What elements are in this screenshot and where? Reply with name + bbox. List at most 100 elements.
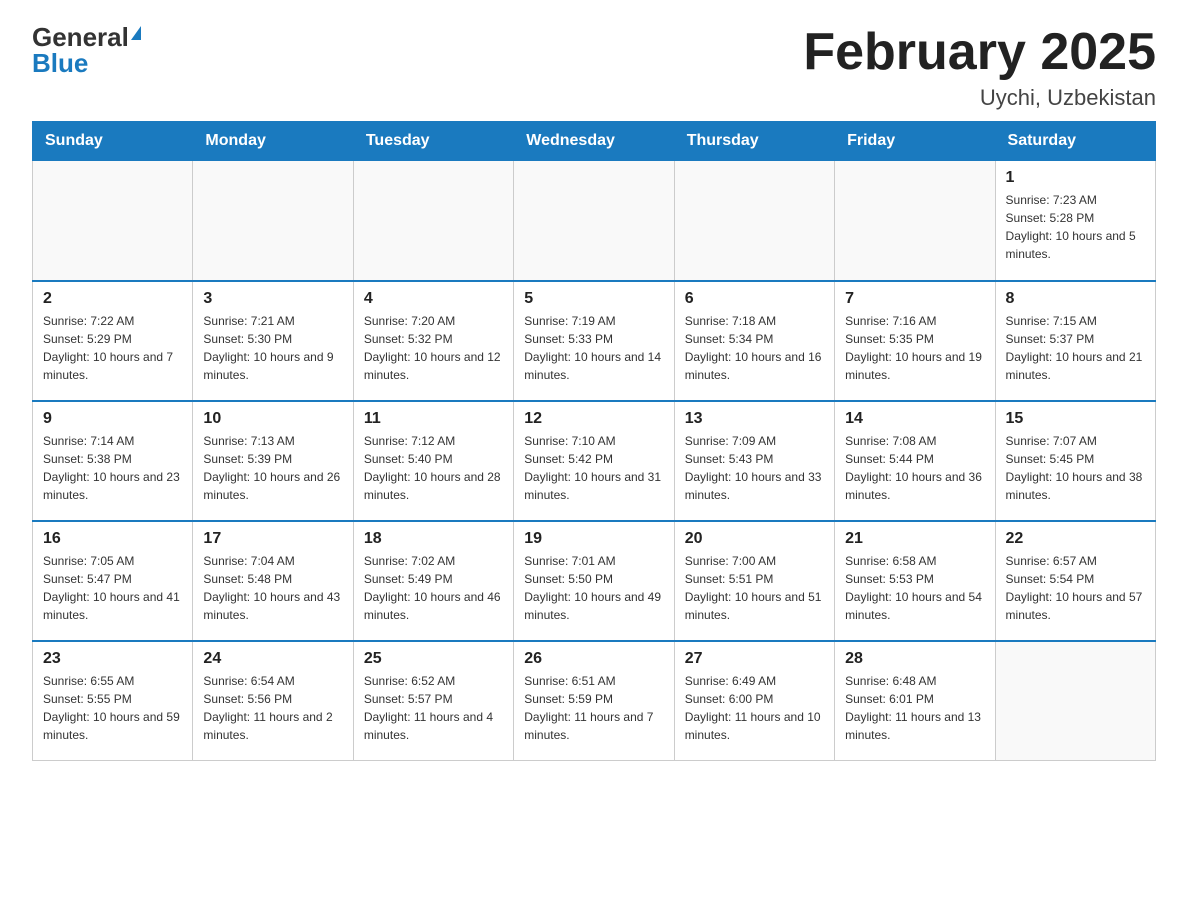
location-title: Uychi, Uzbekistan bbox=[803, 85, 1156, 111]
calendar-cell: 20 Sunrise: 7:00 AMSunset: 5:51 PMDaylig… bbox=[674, 521, 834, 641]
day-info: Sunrise: 7:00 AMSunset: 5:51 PMDaylight:… bbox=[685, 554, 822, 622]
calendar-cell: 4 Sunrise: 7:20 AMSunset: 5:32 PMDayligh… bbox=[353, 281, 513, 401]
day-number: 26 bbox=[524, 650, 663, 668]
calendar-cell: 6 Sunrise: 7:18 AMSunset: 5:34 PMDayligh… bbox=[674, 281, 834, 401]
day-info: Sunrise: 7:05 AMSunset: 5:47 PMDaylight:… bbox=[43, 554, 180, 622]
day-info: Sunrise: 7:04 AMSunset: 5:48 PMDaylight:… bbox=[203, 554, 340, 622]
col-saturday: Saturday bbox=[995, 122, 1155, 161]
day-info: Sunrise: 6:48 AMSunset: 6:01 PMDaylight:… bbox=[845, 674, 981, 742]
calendar-table: Sunday Monday Tuesday Wednesday Thursday… bbox=[32, 121, 1156, 761]
calendar-cell: 25 Sunrise: 6:52 AMSunset: 5:57 PMDaylig… bbox=[353, 641, 513, 761]
day-info: Sunrise: 6:55 AMSunset: 5:55 PMDaylight:… bbox=[43, 674, 180, 742]
month-title: February 2025 bbox=[803, 24, 1156, 81]
calendar-cell: 13 Sunrise: 7:09 AMSunset: 5:43 PMDaylig… bbox=[674, 401, 834, 521]
calendar-cell: 27 Sunrise: 6:49 AMSunset: 6:00 PMDaylig… bbox=[674, 641, 834, 761]
col-tuesday: Tuesday bbox=[353, 122, 513, 161]
page-header: General Blue February 2025 Uychi, Uzbeki… bbox=[32, 24, 1156, 111]
day-info: Sunrise: 7:01 AMSunset: 5:50 PMDaylight:… bbox=[524, 554, 661, 622]
logo-triangle-icon bbox=[131, 26, 141, 40]
calendar-cell: 26 Sunrise: 6:51 AMSunset: 5:59 PMDaylig… bbox=[514, 641, 674, 761]
day-number: 24 bbox=[203, 650, 342, 668]
logo: General Blue bbox=[32, 24, 141, 76]
calendar-cell bbox=[835, 161, 995, 281]
day-number: 8 bbox=[1006, 290, 1145, 308]
calendar-cell: 10 Sunrise: 7:13 AMSunset: 5:39 PMDaylig… bbox=[193, 401, 353, 521]
calendar-cell: 28 Sunrise: 6:48 AMSunset: 6:01 PMDaylig… bbox=[835, 641, 995, 761]
col-sunday: Sunday bbox=[33, 122, 193, 161]
calendar-cell: 24 Sunrise: 6:54 AMSunset: 5:56 PMDaylig… bbox=[193, 641, 353, 761]
day-info: Sunrise: 6:52 AMSunset: 5:57 PMDaylight:… bbox=[364, 674, 493, 742]
col-thursday: Thursday bbox=[674, 122, 834, 161]
day-number: 18 bbox=[364, 530, 503, 548]
day-number: 2 bbox=[43, 290, 182, 308]
calendar-cell: 5 Sunrise: 7:19 AMSunset: 5:33 PMDayligh… bbox=[514, 281, 674, 401]
calendar-cell: 1 Sunrise: 7:23 AMSunset: 5:28 PMDayligh… bbox=[995, 161, 1155, 281]
col-monday: Monday bbox=[193, 122, 353, 161]
day-number: 14 bbox=[845, 410, 984, 428]
calendar-cell: 15 Sunrise: 7:07 AMSunset: 5:45 PMDaylig… bbox=[995, 401, 1155, 521]
calendar-cell: 11 Sunrise: 7:12 AMSunset: 5:40 PMDaylig… bbox=[353, 401, 513, 521]
calendar-cell: 18 Sunrise: 7:02 AMSunset: 5:49 PMDaylig… bbox=[353, 521, 513, 641]
calendar-cell: 22 Sunrise: 6:57 AMSunset: 5:54 PMDaylig… bbox=[995, 521, 1155, 641]
day-info: Sunrise: 7:23 AMSunset: 5:28 PMDaylight:… bbox=[1006, 193, 1136, 261]
calendar-cell bbox=[33, 161, 193, 281]
title-block: February 2025 Uychi, Uzbekistan bbox=[803, 24, 1156, 111]
calendar-cell: 7 Sunrise: 7:16 AMSunset: 5:35 PMDayligh… bbox=[835, 281, 995, 401]
calendar-cell bbox=[353, 161, 513, 281]
day-info: Sunrise: 7:08 AMSunset: 5:44 PMDaylight:… bbox=[845, 434, 982, 502]
day-info: Sunrise: 7:19 AMSunset: 5:33 PMDaylight:… bbox=[524, 314, 661, 382]
day-number: 4 bbox=[364, 290, 503, 308]
day-info: Sunrise: 6:54 AMSunset: 5:56 PMDaylight:… bbox=[203, 674, 332, 742]
day-number: 12 bbox=[524, 410, 663, 428]
col-wednesday: Wednesday bbox=[514, 122, 674, 161]
day-number: 22 bbox=[1006, 530, 1145, 548]
day-info: Sunrise: 7:02 AMSunset: 5:49 PMDaylight:… bbox=[364, 554, 501, 622]
day-number: 23 bbox=[43, 650, 182, 668]
calendar-cell: 21 Sunrise: 6:58 AMSunset: 5:53 PMDaylig… bbox=[835, 521, 995, 641]
day-number: 17 bbox=[203, 530, 342, 548]
day-number: 15 bbox=[1006, 410, 1145, 428]
day-info: Sunrise: 7:15 AMSunset: 5:37 PMDaylight:… bbox=[1006, 314, 1143, 382]
day-info: Sunrise: 7:09 AMSunset: 5:43 PMDaylight:… bbox=[685, 434, 822, 502]
calendar-cell: 9 Sunrise: 7:14 AMSunset: 5:38 PMDayligh… bbox=[33, 401, 193, 521]
day-number: 5 bbox=[524, 290, 663, 308]
day-info: Sunrise: 6:58 AMSunset: 5:53 PMDaylight:… bbox=[845, 554, 982, 622]
day-info: Sunrise: 7:20 AMSunset: 5:32 PMDaylight:… bbox=[364, 314, 501, 382]
day-number: 21 bbox=[845, 530, 984, 548]
day-number: 1 bbox=[1006, 169, 1145, 187]
day-number: 13 bbox=[685, 410, 824, 428]
calendar-cell bbox=[674, 161, 834, 281]
logo-general-text: General bbox=[32, 24, 129, 50]
calendar-header-row: Sunday Monday Tuesday Wednesday Thursday… bbox=[33, 122, 1156, 161]
day-number: 9 bbox=[43, 410, 182, 428]
calendar-cell: 3 Sunrise: 7:21 AMSunset: 5:30 PMDayligh… bbox=[193, 281, 353, 401]
day-info: Sunrise: 7:07 AMSunset: 5:45 PMDaylight:… bbox=[1006, 434, 1143, 502]
day-number: 16 bbox=[43, 530, 182, 548]
day-info: Sunrise: 6:49 AMSunset: 6:00 PMDaylight:… bbox=[685, 674, 821, 742]
day-number: 19 bbox=[524, 530, 663, 548]
day-info: Sunrise: 6:57 AMSunset: 5:54 PMDaylight:… bbox=[1006, 554, 1143, 622]
day-info: Sunrise: 7:12 AMSunset: 5:40 PMDaylight:… bbox=[364, 434, 501, 502]
day-number: 11 bbox=[364, 410, 503, 428]
logo-blue-text: Blue bbox=[32, 50, 88, 76]
calendar-cell bbox=[514, 161, 674, 281]
day-number: 27 bbox=[685, 650, 824, 668]
day-info: Sunrise: 6:51 AMSunset: 5:59 PMDaylight:… bbox=[524, 674, 653, 742]
day-number: 7 bbox=[845, 290, 984, 308]
calendar-cell: 2 Sunrise: 7:22 AMSunset: 5:29 PMDayligh… bbox=[33, 281, 193, 401]
day-number: 10 bbox=[203, 410, 342, 428]
day-number: 28 bbox=[845, 650, 984, 668]
calendar-cell: 14 Sunrise: 7:08 AMSunset: 5:44 PMDaylig… bbox=[835, 401, 995, 521]
day-info: Sunrise: 7:21 AMSunset: 5:30 PMDaylight:… bbox=[203, 314, 333, 382]
day-number: 6 bbox=[685, 290, 824, 308]
calendar-cell bbox=[995, 641, 1155, 761]
day-number: 25 bbox=[364, 650, 503, 668]
calendar-cell: 19 Sunrise: 7:01 AMSunset: 5:50 PMDaylig… bbox=[514, 521, 674, 641]
day-info: Sunrise: 7:14 AMSunset: 5:38 PMDaylight:… bbox=[43, 434, 180, 502]
day-number: 3 bbox=[203, 290, 342, 308]
day-info: Sunrise: 7:16 AMSunset: 5:35 PMDaylight:… bbox=[845, 314, 982, 382]
col-friday: Friday bbox=[835, 122, 995, 161]
day-number: 20 bbox=[685, 530, 824, 548]
calendar-cell: 17 Sunrise: 7:04 AMSunset: 5:48 PMDaylig… bbox=[193, 521, 353, 641]
calendar-cell: 23 Sunrise: 6:55 AMSunset: 5:55 PMDaylig… bbox=[33, 641, 193, 761]
